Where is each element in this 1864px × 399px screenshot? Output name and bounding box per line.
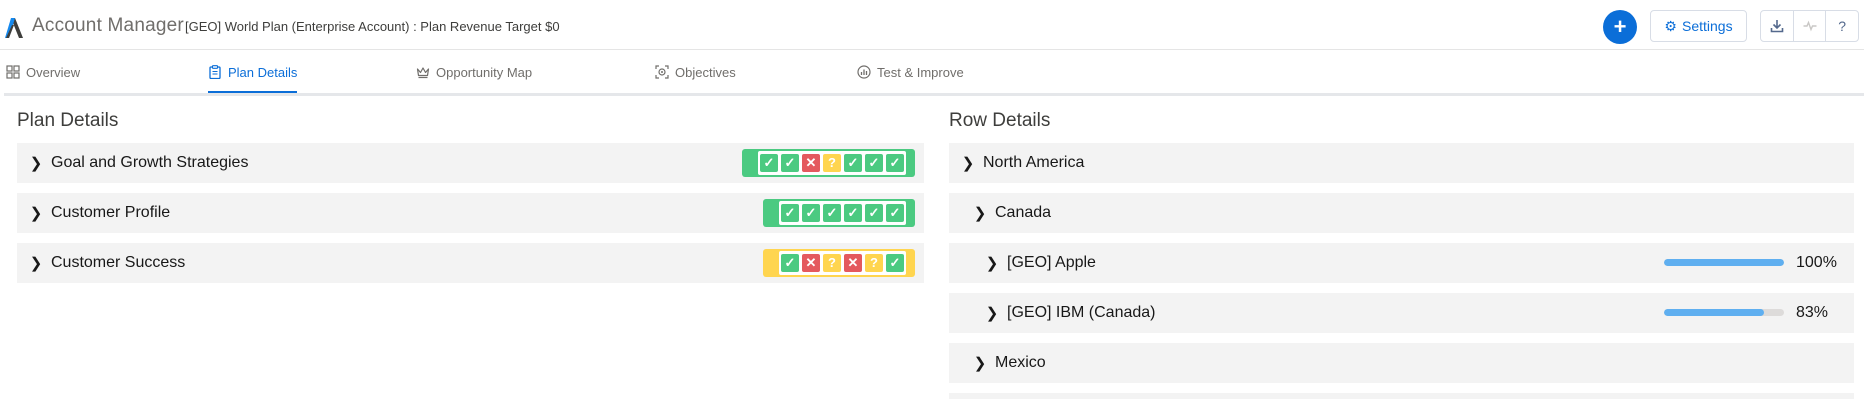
- plan-row-customer-profile[interactable]: ❯ Customer Profile ✓ ✓ ✓ ✓ ✓ ✓: [17, 193, 924, 233]
- activity-button[interactable]: [1794, 11, 1827, 41]
- add-button[interactable]: +: [1603, 10, 1637, 44]
- app-logo-icon: [5, 18, 23, 38]
- download-button[interactable]: [1761, 11, 1794, 41]
- chevron-right-icon: ❯: [985, 255, 999, 272]
- row-canada[interactable]: ❯ Canada: [949, 193, 1854, 233]
- cross-icon: ✕: [802, 254, 820, 272]
- tab-test-improve-label: Test & Improve: [877, 64, 964, 80]
- check-icon: ✓: [886, 154, 904, 172]
- status-indicator: ✓ ✓ ✕ ? ✓ ✓ ✓: [742, 149, 915, 177]
- target-icon: [655, 65, 669, 79]
- tab-plan-details-label: Plan Details: [228, 64, 298, 80]
- chevron-right-icon: ❯: [961, 155, 975, 172]
- settings-label: Settings: [1681, 18, 1733, 34]
- tab-objectives[interactable]: Objectives: [655, 51, 736, 93]
- chevron-right-icon: ❯: [29, 155, 43, 172]
- status-indicator: ✓ ✓ ✓ ✓ ✓ ✓: [763, 199, 915, 227]
- tab-objectives-label: Objectives: [675, 64, 736, 80]
- row-label: Mexico: [995, 354, 1046, 371]
- row-details-title: Row Details: [949, 110, 1051, 131]
- check-icon: ✓: [781, 204, 799, 222]
- check-icon: ✓: [865, 154, 883, 172]
- check-icon: ✓: [823, 204, 841, 222]
- chevron-right-icon: ❯: [973, 205, 987, 222]
- row-next-partial: [949, 393, 1854, 399]
- status-indicator: ✓ ✕ ? ✕ ? ✓: [763, 249, 915, 277]
- progress-percent: 100%: [1796, 254, 1837, 271]
- status-checks: ✓ ✓ ✕ ? ✓ ✓ ✓: [758, 151, 906, 175]
- check-icon: ✓: [760, 154, 778, 172]
- question-icon: ?: [865, 254, 883, 272]
- help-icon: ?: [1838, 18, 1847, 34]
- check-icon: ✓: [844, 204, 862, 222]
- row-geo-apple[interactable]: ❯ [GEO] Apple 100%: [949, 243, 1854, 283]
- plan-details-title: Plan Details: [17, 110, 119, 131]
- grid-icon: [6, 65, 20, 79]
- progress-bar: [1664, 259, 1784, 266]
- plan-title: [GEO] World Plan (Enterprise Account) : …: [185, 19, 560, 34]
- tab-opportunity-map[interactable]: Opportunity Map: [416, 51, 532, 93]
- crown-icon: [416, 67, 430, 79]
- chevron-right-icon: ❯: [29, 205, 43, 222]
- plan-row-customer-success[interactable]: ❯ Customer Success ✓ ✕ ? ✕ ? ✓: [17, 243, 924, 283]
- status-checks: ✓ ✓ ✓ ✓ ✓ ✓: [779, 201, 906, 225]
- toolbar-button-group: ?: [1760, 10, 1859, 42]
- plan-row-goal-growth[interactable]: ❯ Goal and Growth Strategies ✓ ✓ ✕ ? ✓ ✓…: [17, 143, 924, 183]
- tab-opportunity-map-label: Opportunity Map: [436, 64, 533, 80]
- row-north-america[interactable]: ❯ North America: [949, 143, 1854, 183]
- row-label: [GEO] Apple: [1007, 254, 1096, 271]
- row-label: Canada: [995, 204, 1052, 221]
- tab-test-improve[interactable]: Test & Improve: [857, 51, 964, 93]
- tab-bar: Overview Plan Details Opportunity Map Ob…: [0, 51, 1864, 94]
- check-icon: ✓: [781, 154, 799, 172]
- gear-icon: ⚙: [1664, 17, 1677, 34]
- question-icon: ?: [823, 154, 841, 172]
- check-icon: ✓: [886, 254, 904, 272]
- progress-bar: [1664, 309, 1784, 316]
- progress-fill: [1664, 259, 1784, 266]
- check-icon: ✓: [865, 204, 883, 222]
- row-label: [GEO] IBM (Canada): [1007, 304, 1156, 321]
- chevron-right-icon: ❯: [973, 355, 987, 372]
- plan-row-label: Customer Profile: [51, 204, 171, 221]
- progress-fill: [1664, 309, 1764, 316]
- status-checks: ✓ ✕ ? ✕ ? ✓: [779, 251, 906, 275]
- app-title: Account Manager: [32, 15, 184, 36]
- row-mexico[interactable]: ❯ Mexico: [949, 343, 1854, 383]
- row-label: North America: [983, 154, 1085, 171]
- progress-percent: 83%: [1796, 304, 1829, 321]
- chevron-right-icon: ❯: [29, 255, 43, 272]
- tab-divider: [4, 93, 1864, 96]
- settings-button[interactable]: ⚙ Settings: [1650, 10, 1747, 42]
- help-button[interactable]: ?: [1826, 11, 1858, 41]
- app-header: Account Manager [GEO] World Plan (Enterp…: [0, 0, 1864, 50]
- row-geo-ibm-canada[interactable]: ❯ [GEO] IBM (Canada) 83%: [949, 293, 1854, 333]
- tab-plan-details[interactable]: Plan Details: [208, 51, 298, 94]
- plan-row-label: Customer Success: [51, 254, 186, 271]
- check-icon: ✓: [844, 154, 862, 172]
- check-icon: ✓: [781, 254, 799, 272]
- question-icon: ?: [823, 254, 841, 272]
- download-icon: [1770, 20, 1784, 33]
- plan-row-label: Goal and Growth Strategies: [51, 154, 249, 171]
- tab-overview-label: Overview: [26, 64, 81, 80]
- check-icon: ✓: [802, 204, 820, 222]
- check-icon: ✓: [886, 204, 904, 222]
- chart-icon: [857, 65, 871, 79]
- tab-overview[interactable]: Overview: [6, 51, 80, 93]
- chevron-right-icon: ❯: [985, 305, 999, 322]
- clipboard-icon: [209, 65, 221, 79]
- cross-icon: ✕: [844, 254, 862, 272]
- cross-icon: ✕: [802, 154, 820, 172]
- activity-icon: [1803, 20, 1816, 32]
